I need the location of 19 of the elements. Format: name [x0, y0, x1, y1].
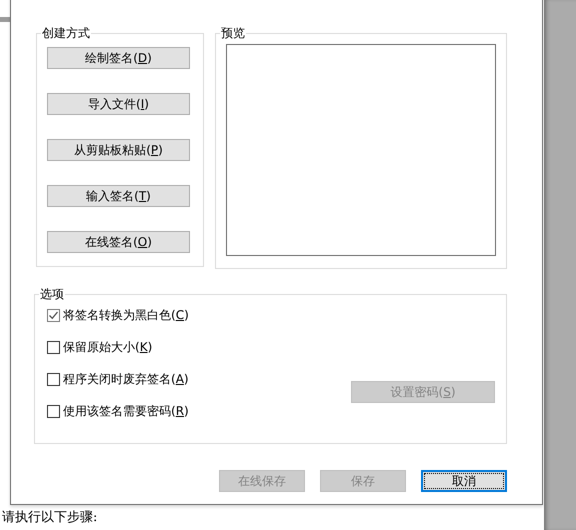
option-label: 使用该签名需要密码(R) — [63, 402, 189, 420]
group-title: 选项 — [39, 288, 65, 300]
document-text: 请执行以下步骤: — [2, 510, 98, 525]
ruler-bar — [0, 17, 11, 22]
option-label: 程序关闭时废弃签名(A) — [63, 370, 189, 388]
checkbox[interactable] — [47, 404, 60, 418]
checkbox[interactable] — [47, 308, 60, 322]
dialog-button[interactable]: 取消 — [421, 470, 507, 492]
create-button[interactable]: 导入文件(I) — [47, 93, 190, 115]
group-title: 创建方式 — [41, 27, 91, 39]
create-button[interactable]: 从剪贴板粘贴(P) — [47, 139, 190, 161]
create-button[interactable]: 绘制签名(D) — [47, 47, 190, 69]
create-button[interactable]: 输入签名(T) — [47, 185, 190, 207]
group-title: 预览 — [220, 27, 246, 39]
option-label: 将签名转换为黑白色(C) — [63, 306, 189, 324]
checkbox[interactable] — [47, 340, 60, 354]
create-button[interactable]: 在线签名(O) — [47, 231, 190, 253]
checkbox[interactable] — [47, 372, 60, 386]
option-label: 保留原始大小(K) — [63, 338, 152, 356]
